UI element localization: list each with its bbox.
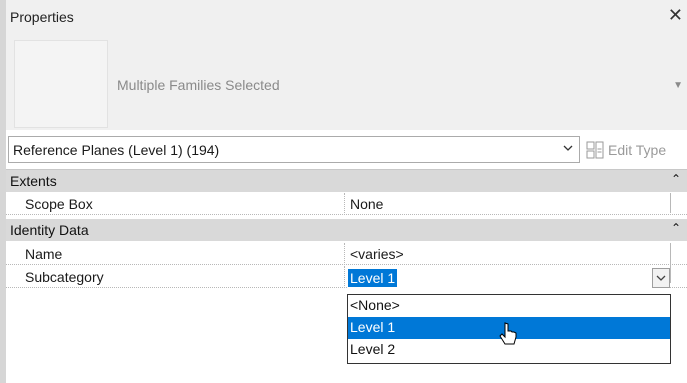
combobox-dropdown-button[interactable] [652,268,670,288]
property-value-name[interactable]: <varies> [344,243,670,265]
collapse-chevron-icon[interactable]: ⌃ [671,221,681,235]
family-label: Multiple Families Selected [117,77,280,93]
type-preview-image [14,40,108,128]
close-icon[interactable]: ✕ [668,6,683,24]
type-filter-label: Reference Planes (Level 1) (194) [13,142,220,158]
type-row: Reference Planes (Level 1) (194) Edit Ty… [6,133,687,165]
mouse-pointer-icon [499,322,517,345]
collapse-chevron-icon[interactable]: ⌃ [671,172,681,186]
group-identity-data[interactable]: Identity Data ⌃ [6,219,687,241]
group-identity-label: Identity Data [10,222,89,238]
type-selector-header[interactable]: Multiple Families Selected ▼ [6,34,687,130]
property-label-name: Name [25,246,63,262]
group-extents[interactable]: Extents ⌃ [6,170,687,192]
subcategory-combobox[interactable]: Level 1 [347,267,670,289]
panel-titlebar: Properties ✕ [6,0,687,34]
subcategory-selected-text: Level 1 [348,269,398,287]
chevron-down-icon [563,145,573,151]
grid-right-rule [670,193,671,213]
type-filter-dropdown[interactable]: Reference Planes (Level 1) (194) [8,136,580,163]
property-value-scope-box[interactable]: None [344,193,670,215]
edit-type-label: Edit Type [608,141,667,158]
chevron-down-icon [656,275,666,281]
panel-title: Properties [10,9,74,25]
group-extents-label: Extents [10,173,57,189]
property-label-subcategory: Subcategory [25,269,104,285]
edit-type-icon [586,141,604,158]
dropdown-option-none[interactable]: <None> [348,295,670,317]
property-row-name: Name <varies> [6,243,687,265]
property-row-scope-box: Scope Box None [6,193,687,215]
property-label-scope-box: Scope Box [25,196,93,212]
grid-right-rule [670,243,671,283]
chevron-down-icon[interactable]: ▼ [673,80,683,91]
properties-panel: Properties ✕ Multiple Families Selected … [6,0,687,383]
edit-type-button[interactable]: Edit Type [586,136,666,163]
